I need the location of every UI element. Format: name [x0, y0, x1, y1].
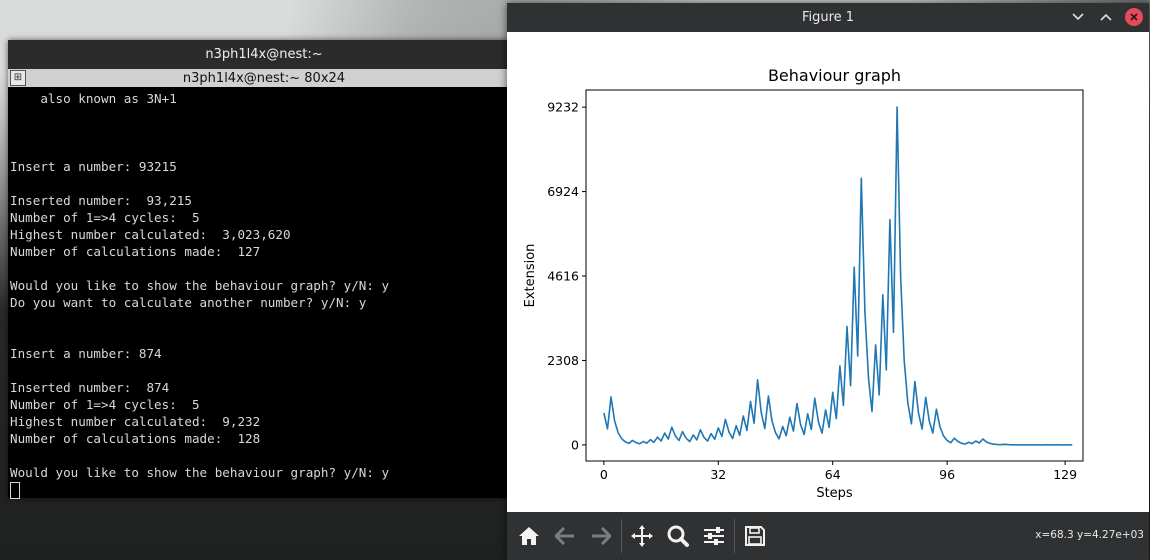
terminal-line: Number of 1=>4 cycles: 5 [10, 210, 200, 225]
terminal-line: Inserted number: 874 [10, 380, 170, 395]
plot-area[interactable]: Behaviour graph Steps Extension 0 32 64 96 1… [507, 32, 1149, 512]
terminal-line: Highest number calculated: 3,023,620 [10, 227, 291, 242]
figure-window[interactable]: Figure 1 Behaviour graph Steps Extension… [507, 3, 1149, 560]
x-tick-label: 64 [825, 467, 841, 482]
new-tab-icon[interactable]: ⊞ [10, 70, 26, 86]
terminal-line: also known as 3N+1 [10, 91, 177, 106]
terminal-line: Insert a number: 93215 [10, 159, 177, 174]
x-axis-label: Steps [816, 486, 853, 501]
back-icon[interactable] [547, 518, 583, 554]
behaviour-chart[interactable]: Behaviour graph Steps Extension 0 32 64 96 1… [507, 32, 1149, 512]
terminal-tab-title[interactable]: n3ph1l4x@nest:~ 80x24 [8, 71, 520, 86]
y-tick-label: 0 [571, 437, 579, 452]
terminal-tab-bar[interactable]: ⊞ n3ph1l4x@nest:~ 80x24 [8, 69, 520, 87]
figure-toolbar: x=68.3 y=4.27e+03 [507, 512, 1149, 560]
toolbar-separator [621, 519, 622, 553]
x-tick-label: 0 [600, 467, 608, 482]
terminal-line: Insert a number: 874 [10, 346, 162, 361]
minimize-icon[interactable] [1069, 8, 1087, 26]
terminal-titlebar[interactable]: n3ph1l4x@nest:~ [8, 40, 520, 69]
save-icon[interactable] [737, 518, 773, 554]
cursor-coordinates: x=68.3 y=4.27e+03 [1035, 529, 1144, 541]
terminal-cursor [10, 482, 20, 499]
terminal-line: Would you like to show the behaviour gra… [10, 278, 390, 293]
terminal-line: Do you want to calculate another number?… [10, 295, 367, 310]
terminal-line: Highest number calculated: 9,232 [10, 414, 261, 429]
configure-icon[interactable] [696, 518, 732, 554]
terminal-line: Number of calculations made: 127 [10, 244, 261, 259]
y-tick-label: 2308 [547, 353, 579, 368]
figure-titlebar[interactable]: Figure 1 [507, 3, 1149, 32]
terminal-line: Would you like to show the behaviour gra… [10, 465, 390, 480]
terminal-line: Number of 1=>4 cycles: 5 [10, 397, 200, 412]
prompt-line[interactable] [10, 481, 518, 499]
maximize-icon[interactable] [1097, 8, 1115, 26]
forward-icon[interactable] [583, 518, 619, 554]
terminal-title: n3ph1l4x@nest:~ [205, 47, 323, 62]
figure-title: Figure 1 [801, 10, 855, 25]
y-tick-label: 4616 [547, 269, 579, 284]
home-icon[interactable] [511, 518, 547, 554]
x-tick-label: 32 [710, 467, 726, 482]
terminal-window[interactable]: n3ph1l4x@nest:~ ⊞ n3ph1l4x@nest:~ 80x24 … [8, 40, 520, 501]
toolbar-separator [734, 519, 735, 553]
series-line [603, 106, 1073, 446]
chart-title: Behaviour graph [768, 66, 901, 85]
terminal-line: Number of calculations made: 128 [10, 431, 261, 446]
zoom-icon[interactable] [660, 518, 696, 554]
pan-icon[interactable] [624, 518, 660, 554]
close-icon[interactable] [1125, 8, 1143, 26]
y-tick-label: 9232 [547, 100, 579, 115]
y-axis-label: Extension [523, 244, 538, 308]
y-tick-label: 6924 [547, 184, 579, 199]
terminal-line: Inserted number: 93,215 [10, 193, 192, 208]
x-tick-label: 129 [1053, 467, 1077, 482]
terminal-output[interactable]: also known as 3N+1 Insert a number: 9321… [8, 87, 520, 501]
x-tick-label: 96 [939, 467, 955, 482]
